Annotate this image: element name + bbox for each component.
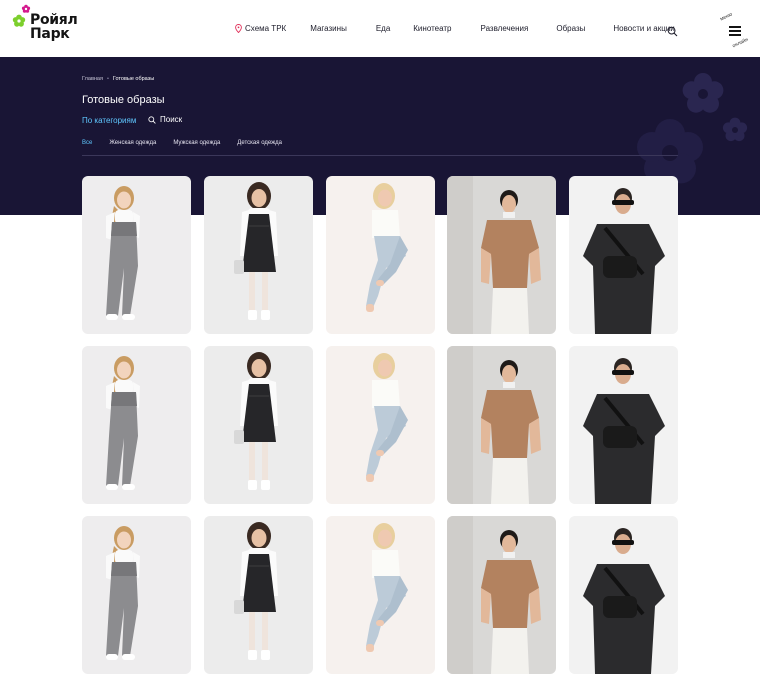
outfit-card[interactable] <box>569 176 678 334</box>
outfit-card[interactable] <box>569 346 678 504</box>
outfit-photo <box>204 516 313 674</box>
breadcrumb: Главная • Готовые образы <box>82 76 154 82</box>
outfit-photo <box>569 346 678 504</box>
outfit-photo <box>204 176 313 334</box>
categories-link[interactable]: По категориям <box>82 116 136 125</box>
page-title: Готовые образы <box>82 94 165 106</box>
site-header: Ройял Парк Схема ТРК Магазины Еда Киноте… <box>0 0 760 58</box>
map-pin-icon <box>235 24 242 33</box>
outfit-card[interactable] <box>82 516 191 674</box>
outfit-card[interactable] <box>326 176 435 334</box>
outfit-photo <box>326 346 435 504</box>
decorative-flower-icon <box>722 117 748 142</box>
menu-top-label: меню <box>719 11 734 23</box>
outfit-card[interactable] <box>82 176 191 334</box>
search-icon <box>667 26 678 37</box>
outfit-photo <box>82 176 191 334</box>
outfit-photo <box>447 346 556 504</box>
logo-line-2: Парк <box>30 26 70 42</box>
logo-wordmark: Ройял Парк <box>30 12 78 42</box>
logo[interactable]: Ройял Парк <box>11 4 81 50</box>
outfit-photo <box>447 176 556 334</box>
breadcrumb-current: Готовые образы <box>112 76 155 82</box>
nav-item-cinema[interactable]: Кинотеатр <box>413 24 451 33</box>
tab-women[interactable]: Женская одежда <box>109 140 156 146</box>
outfit-card[interactable] <box>569 516 678 674</box>
menu-bottom-label: онлайн <box>731 36 750 50</box>
nav-item-outfits[interactable]: Образы <box>556 24 585 33</box>
nav-item-shops[interactable]: Магазины <box>310 24 347 33</box>
outfit-card[interactable] <box>326 346 435 504</box>
outfit-card[interactable] <box>204 516 313 674</box>
hamburger-icon <box>729 26 741 36</box>
tab-men[interactable]: Мужская одежда <box>173 140 220 146</box>
outfit-card[interactable] <box>204 176 313 334</box>
filter-divider <box>82 155 678 156</box>
search-label: Поиск <box>160 115 183 124</box>
breadcrumb-home[interactable]: Главная <box>82 76 103 82</box>
nav-item-label: Схема ТРК <box>245 24 287 33</box>
outfit-card[interactable] <box>82 346 191 504</box>
decorative-flower-icon <box>682 73 724 113</box>
outfit-card[interactable] <box>326 516 435 674</box>
outfit-photo <box>82 516 191 674</box>
outfit-photo <box>326 176 435 334</box>
main-nav: Схема ТРК Магазины Еда Кинотеатр Развлеч… <box>232 0 675 57</box>
nav-item-entertainment[interactable]: Развлечения <box>481 24 529 33</box>
outfit-photo <box>326 516 435 674</box>
outfit-photo <box>204 346 313 504</box>
nav-item-mall-map[interactable]: Схема ТРК <box>235 24 286 33</box>
nav-item-food[interactable]: Еда <box>376 24 390 33</box>
header-search-button[interactable] <box>667 24 678 37</box>
menu-online-button[interactable]: меню онлайн <box>719 11 750 50</box>
outfit-photo <box>569 516 678 674</box>
tab-kids[interactable]: Детская одежда <box>237 140 282 146</box>
outfit-card[interactable] <box>204 346 313 504</box>
category-filter-tabs: Все Женская одежда Мужская одежда Детска… <box>82 140 299 146</box>
outfit-photo <box>569 176 678 334</box>
nav-item-news[interactable]: Новости и акции <box>613 24 674 33</box>
tab-all[interactable]: Все <box>82 140 92 146</box>
outfit-card[interactable] <box>447 516 556 674</box>
outfit-photo <box>82 346 191 504</box>
search-icon <box>148 115 156 124</box>
breadcrumb-separator: • <box>106 76 109 82</box>
outfit-card[interactable] <box>447 176 556 334</box>
logo-line-1: Ройял <box>30 12 78 28</box>
outfit-photo <box>447 516 556 674</box>
outfit-card[interactable] <box>447 346 556 504</box>
outfit-search-button[interactable]: Поиск <box>148 115 182 124</box>
